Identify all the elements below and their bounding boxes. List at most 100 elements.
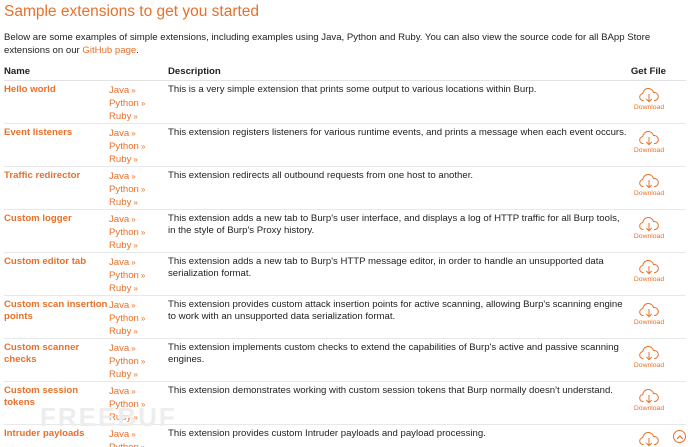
download-button[interactable]: Download	[632, 131, 666, 154]
double-chevron-right-icon: »	[133, 112, 138, 122]
language-links: Java» Python» Ruby»	[109, 256, 165, 296]
language-link[interactable]: Java»	[109, 127, 165, 140]
github-link[interactable]: GitHub page	[82, 45, 136, 56]
language-label: Java	[109, 128, 130, 139]
double-chevron-right-icon: »	[133, 284, 138, 294]
double-chevron-right-icon: »	[140, 228, 146, 238]
extension-name-link[interactable]: Traffic redirector	[4, 170, 108, 182]
language-link[interactable]: Ruby»	[109, 325, 165, 338]
language-link[interactable]: Python»	[109, 355, 165, 368]
cloud-download-icon	[639, 217, 659, 232]
language-link[interactable]: Java»	[109, 342, 165, 355]
table-row: Custom scan insertion points Java» Python»…	[4, 296, 686, 339]
download-label: Download	[633, 147, 665, 154]
download-button[interactable]: Download	[632, 88, 666, 111]
language-label: Python	[109, 313, 139, 325]
language-link[interactable]: Ruby»	[109, 196, 165, 209]
cloud-download-icon	[639, 303, 659, 318]
language-link[interactable]: Ruby»	[109, 368, 165, 381]
language-link[interactable]: Python»	[109, 140, 165, 153]
language-links: Java» Python» Ruby»	[109, 170, 165, 210]
scroll-to-top-button[interactable]	[673, 430, 686, 443]
table-row: Traffic redirector Java» Python» Ruby» This …	[4, 167, 686, 210]
table-row: Event listeners Java» Python» Ruby» This ext…	[4, 124, 686, 167]
double-chevron-right-icon: »	[140, 271, 146, 281]
language-link[interactable]: Python»	[109, 312, 165, 325]
chevron-up-icon	[676, 434, 683, 439]
language-label: Python	[109, 356, 139, 368]
extension-description: This extension adds a new tab to Burp's …	[168, 256, 604, 280]
extension-name-link[interactable]: Custom scanner checks	[4, 342, 108, 366]
download-label: Download	[633, 362, 665, 369]
language-link[interactable]: Java»	[109, 299, 165, 312]
extension-description: This extension provides custom attack in…	[168, 299, 623, 323]
table-row: Hello world Java» Python» Ruby» This is a ve…	[4, 81, 686, 124]
double-chevron-right-icon: »	[140, 314, 146, 324]
language-label: Ruby	[109, 197, 132, 209]
double-chevron-right-icon: »	[133, 370, 138, 380]
double-chevron-right-icon: »	[140, 99, 146, 109]
language-link[interactable]: Java»	[109, 256, 165, 269]
language-links: Java» Python» Ruby»	[109, 299, 165, 339]
download-button[interactable]: Download	[632, 346, 666, 369]
language-label: Python	[109, 184, 139, 196]
extension-name-link[interactable]: Hello world	[4, 84, 108, 96]
download-button[interactable]: Download	[632, 260, 666, 283]
language-label: Ruby	[109, 283, 132, 295]
language-link[interactable]: Ruby»	[109, 153, 165, 166]
double-chevron-right-icon: »	[133, 241, 138, 251]
download-button[interactable]: Download	[632, 174, 666, 197]
double-chevron-right-icon: »	[133, 198, 138, 208]
language-link[interactable]: Python»	[109, 183, 165, 196]
double-chevron-right-icon: »	[133, 327, 138, 337]
extension-description: This extension adds a new tab to Burp's …	[168, 213, 620, 237]
language-link[interactable]: Ruby»	[109, 110, 165, 123]
language-link[interactable]: Ruby»	[109, 239, 165, 252]
download-button[interactable]: Download	[632, 432, 666, 447]
extension-name-link[interactable]: Custom logger	[4, 213, 108, 225]
language-link[interactable]: Python»	[109, 441, 165, 447]
extension-description: This extension redirects all outbound re…	[168, 170, 474, 181]
language-label: Java	[109, 214, 130, 225]
extension-description: This extension demonstrates working with…	[168, 385, 613, 396]
double-chevron-right-icon: »	[140, 142, 146, 152]
language-link[interactable]: Python»	[109, 226, 165, 239]
table-header: Name Description Get File	[4, 65, 686, 81]
language-label: Java	[109, 257, 130, 268]
language-link[interactable]: Java»	[109, 84, 165, 97]
download-button[interactable]: Download	[632, 303, 666, 326]
language-label: Python	[109, 227, 139, 239]
language-link[interactable]: Python»	[109, 269, 165, 282]
double-chevron-right-icon: »	[131, 258, 136, 267]
language-label: Python	[109, 442, 139, 447]
language-links: Java» Python» Ruby»	[109, 342, 165, 382]
download-button[interactable]: Download	[632, 217, 666, 240]
extension-name-link[interactable]: Custom scan insertion points	[4, 299, 108, 323]
download-button[interactable]: Download	[632, 389, 666, 412]
language-label: Ruby	[109, 369, 132, 381]
language-link[interactable]: Java»	[109, 213, 165, 226]
extension-name-link[interactable]: Event listeners	[4, 127, 108, 139]
language-label: Java	[109, 300, 130, 311]
language-label: Ruby	[109, 111, 132, 123]
language-link[interactable]: Java»	[109, 385, 165, 398]
language-label: Python	[109, 98, 139, 110]
intro-paragraph: Below are some examples of simple extens…	[4, 31, 684, 57]
column-header-get-file: Get File	[630, 66, 666, 77]
extension-description: This extension registers listeners for v…	[168, 127, 627, 138]
page-title: Sample extensions to get you started	[4, 3, 260, 20]
table-row: Custom logger Java» Python» Ruby» This exten…	[4, 210, 686, 253]
extension-name-link[interactable]: Custom editor tab	[4, 256, 108, 268]
double-chevron-right-icon: »	[131, 344, 136, 353]
double-chevron-right-icon: »	[131, 86, 136, 95]
extension-description: This extension implements custom checks …	[168, 342, 619, 366]
download-label: Download	[633, 276, 665, 283]
double-chevron-right-icon: »	[131, 129, 136, 138]
language-link[interactable]: Java»	[109, 170, 165, 183]
language-label: Python	[109, 141, 139, 153]
intro-end: .	[136, 45, 139, 56]
language-link[interactable]: Python»	[109, 97, 165, 110]
language-label: Ruby	[109, 326, 132, 338]
language-link[interactable]: Ruby»	[109, 282, 165, 295]
extension-description: This is a very simple extension that pri…	[168, 84, 537, 95]
